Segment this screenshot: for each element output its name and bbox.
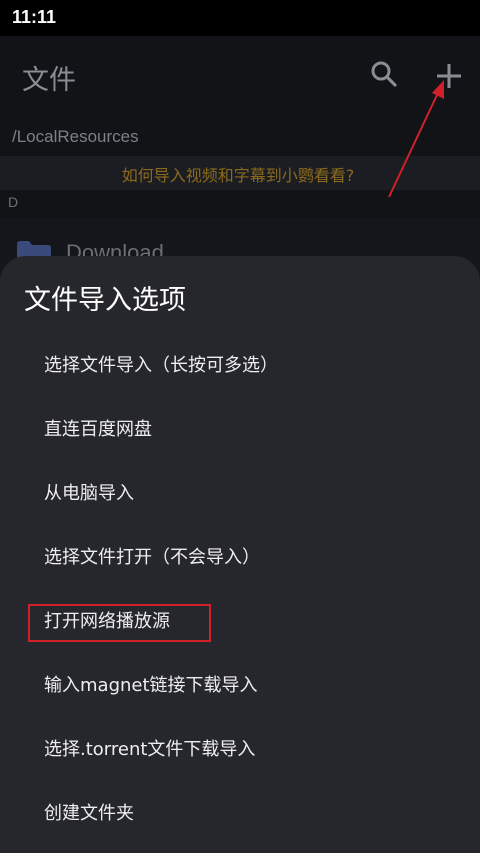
- option-open-network-source[interactable]: 打开网络播放源: [0, 587, 480, 651]
- page-title: 文件: [22, 65, 76, 96]
- option-label: 创建文件夹: [44, 803, 134, 824]
- breadcrumb: /LocalResources: [0, 118, 480, 156]
- help-link[interactable]: 如何导入视频和字幕到小鹦看看?: [0, 162, 476, 186]
- option-label: 直连百度网盘: [44, 419, 152, 440]
- option-label: 选择.torrent文件下载导入: [44, 739, 256, 760]
- option-open-file[interactable]: 选择文件打开（不会导入）: [0, 523, 480, 587]
- option-label: 打开网络播放源: [44, 611, 170, 632]
- section-header: D: [0, 190, 480, 218]
- screen: 11:11 文件 /LocalResources 如何导入视频和字幕到小鹦看看?…: [0, 0, 480, 853]
- path-text: /LocalResources: [12, 127, 139, 146]
- section-letter: D: [8, 194, 19, 210]
- option-label: 从电脑导入: [44, 483, 134, 504]
- add-button[interactable]: [431, 58, 467, 94]
- option-label: 输入magnet链接下载导入: [44, 675, 258, 696]
- status-time: 11:11: [12, 7, 57, 27]
- plus-icon: [437, 64, 461, 88]
- search-button[interactable]: [368, 58, 402, 92]
- search-icon: [371, 61, 397, 87]
- option-import-from-computer[interactable]: 从电脑导入: [0, 459, 480, 523]
- status-bar: 11:11: [0, 0, 480, 36]
- app-bar: 文件: [0, 36, 480, 118]
- sheet-title: 文件导入选项: [24, 285, 186, 316]
- option-torrent-file[interactable]: 选择.torrent文件下载导入: [0, 715, 480, 779]
- help-banner[interactable]: 如何导入视频和字幕到小鹦看看?: [0, 156, 480, 190]
- option-label: 选择文件打开（不会导入）: [44, 547, 260, 568]
- option-label: 选择文件导入（长按可多选）: [44, 355, 278, 376]
- option-magnet-link[interactable]: 输入magnet链接下载导入: [0, 651, 480, 715]
- import-options-sheet: 文件导入选项 选择文件导入（长按可多选） 直连百度网盘 从电脑导入 选择文件打开…: [0, 256, 480, 853]
- option-baidu-netdisk[interactable]: 直连百度网盘: [0, 395, 480, 459]
- option-create-folder[interactable]: 创建文件夹: [0, 779, 480, 843]
- option-select-file-import[interactable]: 选择文件导入（长按可多选）: [0, 331, 480, 395]
